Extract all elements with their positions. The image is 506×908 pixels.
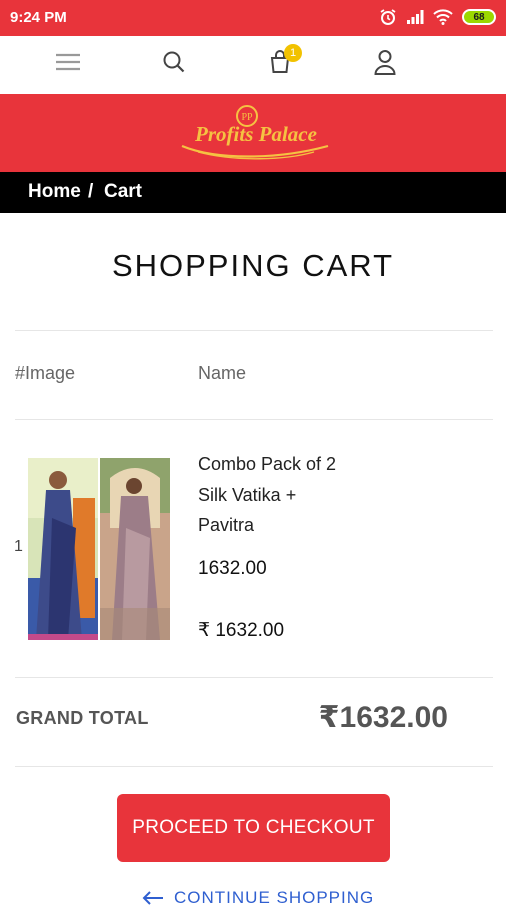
column-header-image: #Image: [15, 363, 76, 383]
grand-total-label: GRAND TOTAL: [16, 708, 149, 728]
menu-icon: [56, 53, 80, 71]
product-name-link[interactable]: Combo Pack of 2 Silk Vatika + Pavitra: [198, 449, 348, 541]
status-icons: 68: [379, 8, 496, 26]
proceed-to-checkout-button[interactable]: PROCEED TO CHECKOUT: [117, 794, 390, 862]
menu-button[interactable]: [50, 44, 86, 80]
breadcrumb: Home / Cart: [0, 172, 506, 213]
status-time: 9:24 PM: [10, 9, 67, 26]
user-icon: [374, 50, 396, 75]
divider: [15, 766, 493, 767]
divider: [15, 330, 493, 331]
account-button[interactable]: [367, 44, 403, 80]
signal-icon: [407, 10, 424, 24]
breadcrumb-home-link[interactable]: Home: [28, 181, 81, 203]
column-header-name: Name: [198, 363, 247, 383]
grand-total-value: ₹1632.00: [318, 701, 448, 734]
product-image[interactable]: [28, 458, 170, 640]
product-price: 1632.00: [198, 558, 267, 579]
wifi-icon: [433, 9, 453, 25]
breadcrumb-separator: /: [88, 181, 94, 202]
continue-shopping-label: CONTINUE SHOPPING: [174, 888, 375, 907]
status-bar: 9:24 PM 68: [0, 0, 506, 36]
cart-count-badge: 1: [284, 44, 302, 62]
breadcrumb-current: Cart: [104, 181, 143, 202]
continue-shopping-link[interactable]: CONTINUE SHOPPING: [142, 888, 374, 908]
battery-level: 68: [473, 11, 485, 23]
divider: [15, 677, 493, 678]
top-nav: 1: [0, 36, 506, 94]
battery-icon: 68: [462, 9, 496, 25]
divider: [15, 419, 493, 420]
page-title: SHOPPING CART: [111, 248, 395, 283]
alarm-icon: [380, 9, 396, 25]
row-index: 1: [14, 538, 23, 555]
search-icon: [163, 51, 185, 73]
arrow-left-icon: [142, 891, 163, 905]
product-subtotal: ₹ 1632.00: [198, 620, 285, 641]
svg-text:Profits Palace: Profits Palace: [194, 122, 317, 146]
cart-button[interactable]: 1: [262, 44, 302, 80]
profits-palace-logo[interactable]: PP Profits Palace: [176, 104, 336, 164]
search-button[interactable]: [156, 44, 192, 80]
